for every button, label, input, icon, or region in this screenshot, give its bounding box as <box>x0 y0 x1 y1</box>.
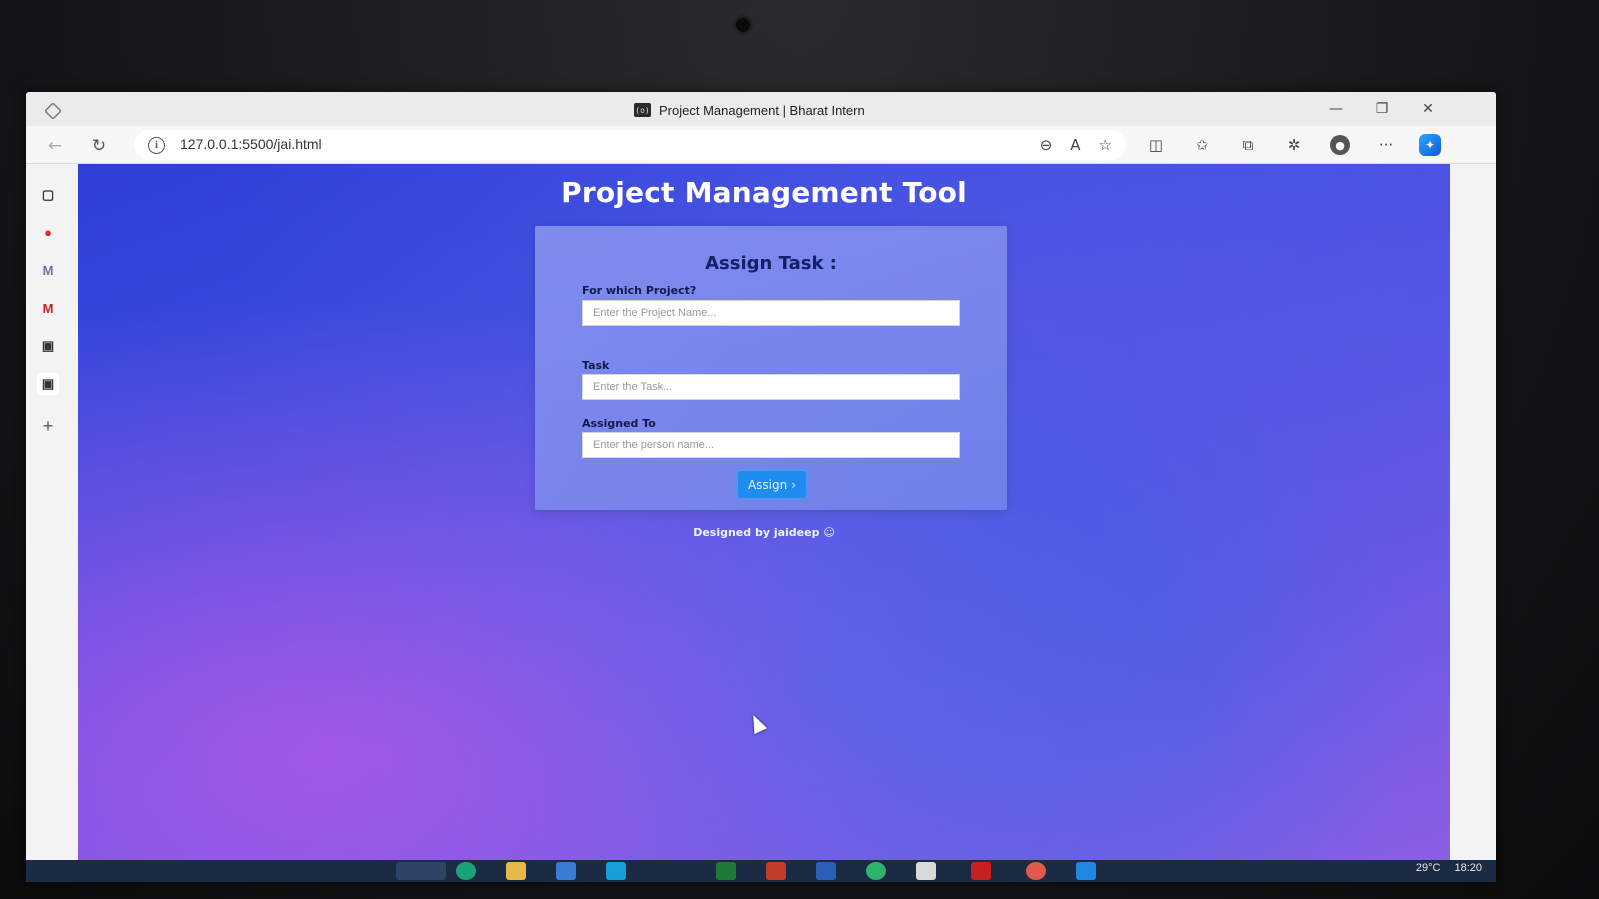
taskbar-app[interactable] <box>971 862 991 880</box>
taskbar-app[interactable] <box>556 862 576 880</box>
taskbar-app[interactable] <box>1026 862 1046 880</box>
task-label: Task <box>582 359 610 372</box>
assigned-to-label: Assigned To <box>582 417 656 430</box>
project-name-input[interactable] <box>582 300 960 326</box>
split-screen-icon[interactable]: ◫ <box>1144 133 1168 157</box>
sidebar-gmail-icon[interactable]: M <box>37 259 59 281</box>
url-text[interactable]: 127.0.0.1:5500/jai.html <box>180 136 322 152</box>
system-tray: 29°C 18:20 <box>1416 862 1482 874</box>
zoom-icon[interactable]: ⊖ <box>1040 136 1053 154</box>
title-bar: (o) Project Management | Bharat Intern —… <box>26 92 1496 126</box>
sidebar-tabs-icon[interactable]: ▢ <box>37 184 59 206</box>
profile-button[interactable]: ● <box>1328 133 1352 157</box>
collections-icon[interactable]: ⧉ <box>1236 133 1260 157</box>
clock-text[interactable]: 18:20 <box>1454 862 1482 874</box>
copilot-icon: ✦ <box>1419 134 1441 156</box>
project-label: For which Project? <box>582 284 697 297</box>
info-icon[interactable]: i <box>148 137 165 154</box>
assign-task-card: Assign Task : For which Project? Task As… <box>535 226 1007 510</box>
close-button[interactable]: ✕ <box>1408 98 1448 120</box>
assign-button[interactable]: Assign › <box>738 471 806 498</box>
more-menu-icon[interactable]: ··· <box>1374 133 1398 157</box>
tab-title: Project Management | Bharat Intern <box>659 102 865 118</box>
taskbar-app[interactable] <box>916 862 936 880</box>
reload-button[interactable]: ↻ <box>86 133 112 159</box>
page-viewport: Project Management Tool Assign Task : Fo… <box>78 164 1450 860</box>
laptop-bezel: (o) Project Management | Bharat Intern —… <box>0 0 1599 899</box>
assign-button-label: Assign <box>747 477 788 492</box>
sidebar-add-icon[interactable]: + <box>37 415 59 437</box>
chevron-right-icon: › <box>791 477 797 492</box>
tab[interactable]: (o) Project Management | Bharat Intern <box>634 100 865 120</box>
screen: (o) Project Management | Bharat Intern —… <box>26 92 1496 882</box>
taskbar-app[interactable] <box>716 862 736 880</box>
favorite-star-icon[interactable]: ☆ <box>1099 136 1112 154</box>
address-bar-actions: ⊖ A ☆ <box>1040 132 1126 158</box>
minimize-button[interactable]: — <box>1316 98 1356 120</box>
navigation-bar: ← ↻ i 127.0.0.1:5500/jai.html ⊖ A ☆ ◫ ✩ … <box>26 126 1496 164</box>
taskbar-app[interactable] <box>816 862 836 880</box>
taskbar: 29°C 18:20 <box>26 860 1496 882</box>
mouse-cursor-icon <box>746 711 768 735</box>
smiley-icon: ☺ <box>823 526 835 539</box>
taskbar-app[interactable] <box>396 862 446 880</box>
address-bar[interactable]: i 127.0.0.1:5500/jai.html ⊖ A ☆ <box>134 130 1126 160</box>
assigned-to-input[interactable] <box>582 432 960 458</box>
profile-avatar-icon: ● <box>1330 135 1350 155</box>
taskbar-app[interactable] <box>866 862 886 880</box>
footer-text: Designed by jaideep <box>693 526 820 539</box>
taskbar-app[interactable] <box>766 862 786 880</box>
sidebar-app-icon[interactable]: ▣ <box>37 335 59 357</box>
card-heading: Assign Task : <box>705 253 837 274</box>
sidebar-app-icon-active[interactable]: ▣ <box>37 373 59 395</box>
page-title: Project Management Tool <box>561 176 967 209</box>
footer-credit: Designed by jaideep ☺ <box>78 526 1450 539</box>
sidebar-gmail-icon-2[interactable]: M <box>37 297 59 319</box>
weather-text[interactable]: 29°C <box>1416 862 1441 874</box>
copilot-button[interactable]: ✦ <box>1418 133 1442 157</box>
taskbar-app[interactable] <box>456 862 476 880</box>
workspaces-icon[interactable] <box>44 102 62 120</box>
extensions-icon[interactable]: ✲ <box>1282 133 1306 157</box>
taskbar-app[interactable] <box>506 862 526 880</box>
task-input[interactable] <box>582 374 960 400</box>
sidebar-alert-icon[interactable]: ● <box>37 221 59 243</box>
read-aloud-icon[interactable]: A <box>1070 136 1080 154</box>
favicon-icon: (o) <box>634 103 651 117</box>
browser-sidebar: ▢ ● M M ▣ ▣ + <box>26 164 72 882</box>
back-button[interactable]: ← <box>42 133 68 159</box>
webcam <box>736 18 750 32</box>
taskbar-app[interactable] <box>1076 862 1096 880</box>
favorites-icon[interactable]: ✩ <box>1190 133 1214 157</box>
taskbar-app[interactable] <box>606 862 626 880</box>
restore-button[interactable]: ❐ <box>1362 98 1402 120</box>
